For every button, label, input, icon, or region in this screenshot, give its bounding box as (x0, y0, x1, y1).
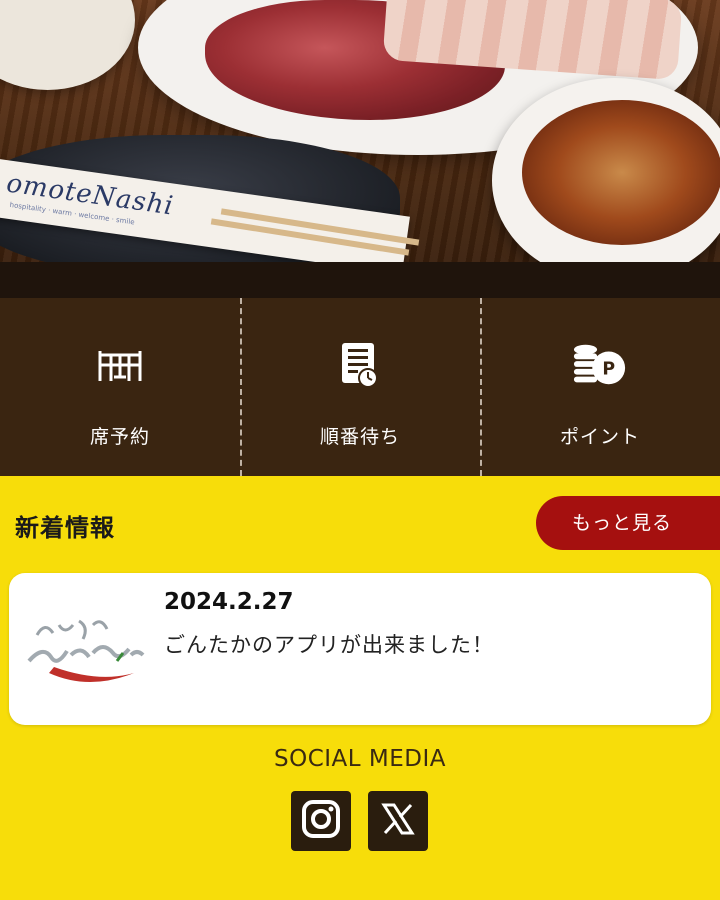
nav-points[interactable]: P ポイント (480, 298, 720, 476)
news-card[interactable]: 2024.2.27 ごんたかのアプリが出来ました！ (9, 573, 711, 725)
x-button[interactable] (368, 791, 428, 851)
nav-label: 順番待ち (319, 426, 400, 448)
rice-bowl (0, 0, 135, 90)
hero-bottom-strip (0, 262, 720, 298)
news-date: 2024.2.27 (164, 589, 294, 615)
instagram-icon (300, 798, 342, 844)
nav-label: ポイント (559, 426, 640, 448)
nav-waitlist[interactable]: 順番待ち (240, 298, 480, 476)
news-section-title: 新着情報 (15, 514, 115, 542)
instagram-button[interactable] (291, 791, 351, 851)
nav-seat-reservation[interactable]: 席予約 (0, 298, 240, 476)
news-text: ごんたかのアプリが出来ました！ (164, 633, 494, 657)
nav-label: 席予約 (89, 426, 150, 448)
social-media-title: SOCIAL MEDIA (273, 746, 446, 772)
x-icon (379, 800, 417, 842)
main-nav: 席予約 順番待ち P ポイント (0, 298, 720, 476)
hero-image: omoteNashi hospitality · warm · welcome … (0, 0, 720, 262)
svg-text:P: P (602, 360, 615, 380)
stew (522, 100, 720, 245)
restaurant-logo (19, 595, 154, 695)
more-news-button[interactable]: もっと見る (536, 496, 720, 550)
table-icon (92, 340, 148, 390)
points-coins-icon: P (572, 340, 628, 390)
queue-list-icon (332, 340, 388, 390)
